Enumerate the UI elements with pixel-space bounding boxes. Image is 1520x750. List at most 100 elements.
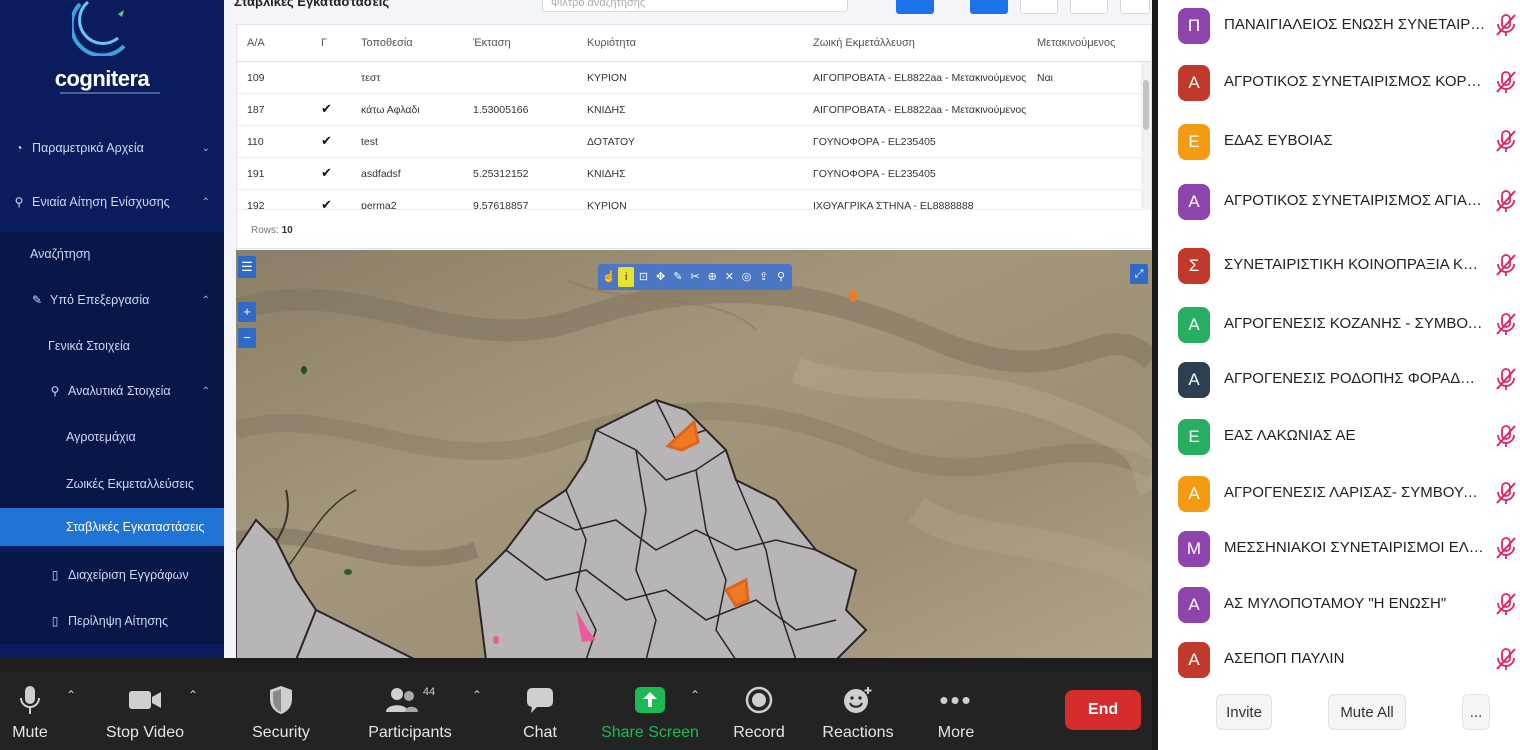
muted-microphone-icon[interactable]	[1495, 312, 1517, 336]
participant-row[interactable]: Α ΑΓΡΟΓΕΝΕΣΙΣ ΚΟΖΑΝΗΣ - ΣΥΜΒΟΥΛ...	[1158, 296, 1520, 354]
participant-row[interactable]: Μ ΜΕΣΣΗΝΙΑΚΟΙ ΣΥΝΕΤΑΙΡΙΣΜΟΙ ΕΛΑΙ...	[1158, 520, 1520, 578]
add-button[interactable]	[970, 0, 1008, 14]
muted-microphone-icon[interactable]	[1495, 536, 1517, 560]
nav-perilipsi-aitisis[interactable]: ▯ Περίληψη Αίτησης	[0, 598, 224, 644]
mute-all-button[interactable]: Mute All	[1328, 694, 1406, 730]
location-pin-icon[interactable]: ⚲	[773, 267, 789, 287]
participant-row[interactable]: Α ΑΣΕΠΟΠ ΠΑΥΛΙΝ	[1158, 631, 1520, 689]
nav-genika-stoixeia[interactable]: Γενικά Στοιχεία	[0, 324, 224, 368]
cell-kyriotita: ΚΥΡΙΟΝ	[587, 72, 627, 84]
table-row[interactable]: 192 ✔ perma2 9.57618857 ΚΥΡΙΟΝ ΙΧΘΥΑΓΡΙΚ…	[237, 190, 1143, 210]
chat-label: Chat	[523, 724, 557, 741]
column-header[interactable]: Ζωική Εκμετάλλευση	[813, 37, 915, 49]
table-row[interactable]: 187 ✔ κάτω Αφλαδι 1.53005166 ΚΝΙΔΗΣ ΑΙΓΟ…	[237, 94, 1143, 126]
delete-tool-icon[interactable]: ✕	[721, 267, 737, 287]
rows-label: Rows:	[251, 225, 279, 236]
share-screen-button[interactable]: Share Screen	[600, 680, 700, 750]
participant-row[interactable]: Π ΠΑΝΑΙΓΙΑΛΕΙΟΣ ΕΝΩΣΗ ΣΥΝΕΤΑΙΡΙΣ...	[1158, 0, 1520, 55]
move-tool-icon[interactable]: ✥	[653, 267, 669, 287]
participant-row[interactable]: Α ΑΣ ΜΥΛΟΠΟΤΑΜΟΥ "Η ΕΝΩΣΗ"	[1158, 576, 1520, 634]
page-title: Σταβλικές Εγκαταστάσεις	[234, 0, 390, 9]
cell-topothesia: test	[361, 136, 378, 148]
participant-row[interactable]: Α ΑΓΡΟΓΕΝΕΣΙΣ ΛΑΡΙΣΑΣ- ΣΥΜΒΟΥΛΕΥ...	[1158, 465, 1520, 523]
muted-microphone-icon[interactable]	[1495, 647, 1517, 671]
nav-stavlikes-egkatastaseis[interactable]: Σταβλικές Εγκαταστάσεις	[0, 508, 224, 546]
record-button[interactable]: Record	[726, 680, 792, 750]
info-tool-icon[interactable]: i	[618, 267, 635, 287]
muted-microphone-icon[interactable]	[1495, 70, 1517, 94]
mute-button[interactable]: Mute	[6, 680, 54, 750]
fullscreen-icon[interactable]: ⤢	[1130, 264, 1148, 284]
participants-button[interactable]: 44 Participants	[362, 680, 458, 750]
table-row[interactable]: 110 ✔ test ΔΟΤΑΤΟΥ ΓΟΥΝΟΦΟΡΑ - EL235405	[237, 126, 1143, 158]
table-row[interactable]: 191 ✔ asdfadsf 5.25312152 ΚΝΙΔΗΣ ΓΟΥΝΟΦΟ…	[237, 158, 1143, 190]
muted-microphone-icon[interactable]	[1495, 367, 1517, 391]
participant-row[interactable]: Α ΑΓΡΟΤΙΚΟΣ ΣΥΝΕΤΑΙΡΙΣΜΟΣ ΚΟΡΥΦ...	[1158, 54, 1520, 112]
target-tool-icon[interactable]: ◎	[739, 267, 755, 287]
end-meeting-button[interactable]: End	[1065, 690, 1141, 730]
participant-row[interactable]: Α ΑΓΡΟΤΙΚΟΣ ΣΥΝΕΤΑΙΡΙΣΜΟΣ ΑΓΙΑΣ Μ...	[1158, 173, 1520, 231]
satellite-map	[236, 250, 1152, 660]
nav-analytika-stoixeia[interactable]: ⚲ Αναλυτικά Στοιχεία ⌃	[0, 368, 224, 414]
rows-count: 10	[281, 225, 293, 236]
participant-row[interactable]: Α ΑΓΡΟΓΕΝΕΣΙΣ ΡΟΔΟΠΗΣ ΦΟΡΑΔΟΥΛ...	[1158, 351, 1520, 409]
zoom-in-button[interactable]: +	[238, 302, 256, 322]
nav-anazitisi[interactable]: Αναζήτηση	[0, 232, 224, 276]
invite-button[interactable]: Invite	[1216, 694, 1272, 730]
delete-button[interactable]	[1070, 0, 1108, 14]
nav-ypo-epexergasia[interactable]: ✎ Υπό Επεξεργασία ⌃	[0, 276, 224, 324]
check-icon: ✔	[321, 133, 332, 148]
table-row[interactable]: 109 τεστ ΚΥΡΙΟΝ ΑΙΓΟΠΡΟΒΑΤΑ - EL8822aa -…	[237, 62, 1143, 94]
nav-agrotemaxia[interactable]: Αγροτεμάχια	[0, 414, 224, 460]
refresh-button[interactable]	[1120, 0, 1150, 14]
nav-diaxeirisi-eggrafon[interactable]: ▯ Διαχείριση Εγγράφων	[0, 552, 224, 598]
cell-aa: 192	[247, 200, 265, 210]
layers-menu-icon[interactable]: ☰	[238, 256, 256, 278]
muted-microphone-icon[interactable]	[1495, 253, 1517, 277]
pointer-tool-icon[interactable]: ☝	[601, 267, 617, 287]
nav-zoikes-ekmetalleuseis[interactable]: Ζωικές Εκμεταλλεύσεις	[0, 460, 224, 508]
muted-microphone-icon[interactable]	[1495, 424, 1517, 448]
participant-row[interactable]: Ε ΕΔΑΣ ΕΥΒΟΙΑΣ	[1158, 113, 1520, 171]
nav-parametrika[interactable]: ◔ Παραμετρικά Αρχεία ⌄	[0, 128, 224, 168]
edit-button[interactable]	[1020, 0, 1058, 14]
reactions-button[interactable]: Reactions	[818, 680, 898, 750]
chevron-up-icon[interactable]: ⌃	[690, 688, 700, 702]
avatar: Α	[1178, 476, 1210, 512]
export-button[interactable]	[896, 0, 934, 14]
muted-microphone-icon[interactable]	[1495, 592, 1517, 616]
chevron-up-icon[interactable]: ⌃	[188, 688, 198, 702]
participant-row[interactable]: Ε ΕΑΣ ΛΑΚΩΝΙΑΣ ΑΕ	[1158, 408, 1520, 466]
muted-microphone-icon[interactable]	[1495, 189, 1517, 213]
muted-microphone-icon[interactable]	[1495, 129, 1517, 153]
upload-tool-icon[interactable]: ⇪	[756, 267, 772, 287]
split-tool-icon[interactable]: ✂	[687, 267, 703, 287]
merge-tool-icon[interactable]: ⊕	[704, 267, 720, 287]
nav-eniaia-aitisi[interactable]: ⚲ Ενιαία Αίτηση Ενίσχυσης ⌃	[0, 182, 224, 222]
chevron-up-icon[interactable]: ⌃	[66, 688, 76, 702]
grid-scrollbar[interactable]	[1141, 62, 1151, 210]
zoom-out-button[interactable]: −	[238, 328, 256, 348]
stop-video-button[interactable]: Stop Video	[100, 680, 190, 750]
scrollbar-thumb[interactable]	[1143, 80, 1149, 130]
participant-name: ΕΔΑΣ ΕΥΒΟΙΑΣ	[1224, 132, 1333, 149]
select-box-tool-icon[interactable]: ⊡	[635, 267, 651, 287]
muted-microphone-icon[interactable]	[1495, 481, 1517, 505]
column-header[interactable]: Τοποθεσία	[361, 37, 413, 49]
security-button[interactable]: Security	[246, 680, 316, 750]
column-header[interactable]: Γ	[321, 37, 327, 49]
more-options-button[interactable]: ...	[1462, 694, 1490, 730]
column-header[interactable]: Μετακινούμενος	[1037, 37, 1115, 49]
column-header[interactable]: Α/Α	[247, 37, 265, 49]
filter-input[interactable]: Φίλτρο αναζήτησης	[542, 0, 848, 12]
more-button[interactable]: ••• More	[926, 680, 986, 750]
draw-tool-icon[interactable]: ✎	[670, 267, 686, 287]
muted-microphone-icon[interactable]	[1495, 13, 1517, 37]
chat-button[interactable]: Chat	[510, 680, 570, 750]
column-header[interactable]: Κυριότητα	[587, 37, 636, 49]
column-header[interactable]: Έκταση	[473, 37, 511, 49]
chevron-up-icon: ⌃	[201, 196, 210, 208]
chevron-up-icon[interactable]: ⌃	[472, 688, 482, 702]
participant-row[interactable]: Σ ΣΥΝΕΤΑΙΡΙΣΤΙΚΗ ΚΟΙΝΟΠΡΑΞΙΑ ΚΕΡΚ...	[1158, 237, 1520, 295]
map-view[interactable]: ☰ + − ⤢ ☝ i ⊡ ✥ ✎ ✂ ⊕ ✕ ◎ ⇪ ⚲	[236, 250, 1152, 660]
